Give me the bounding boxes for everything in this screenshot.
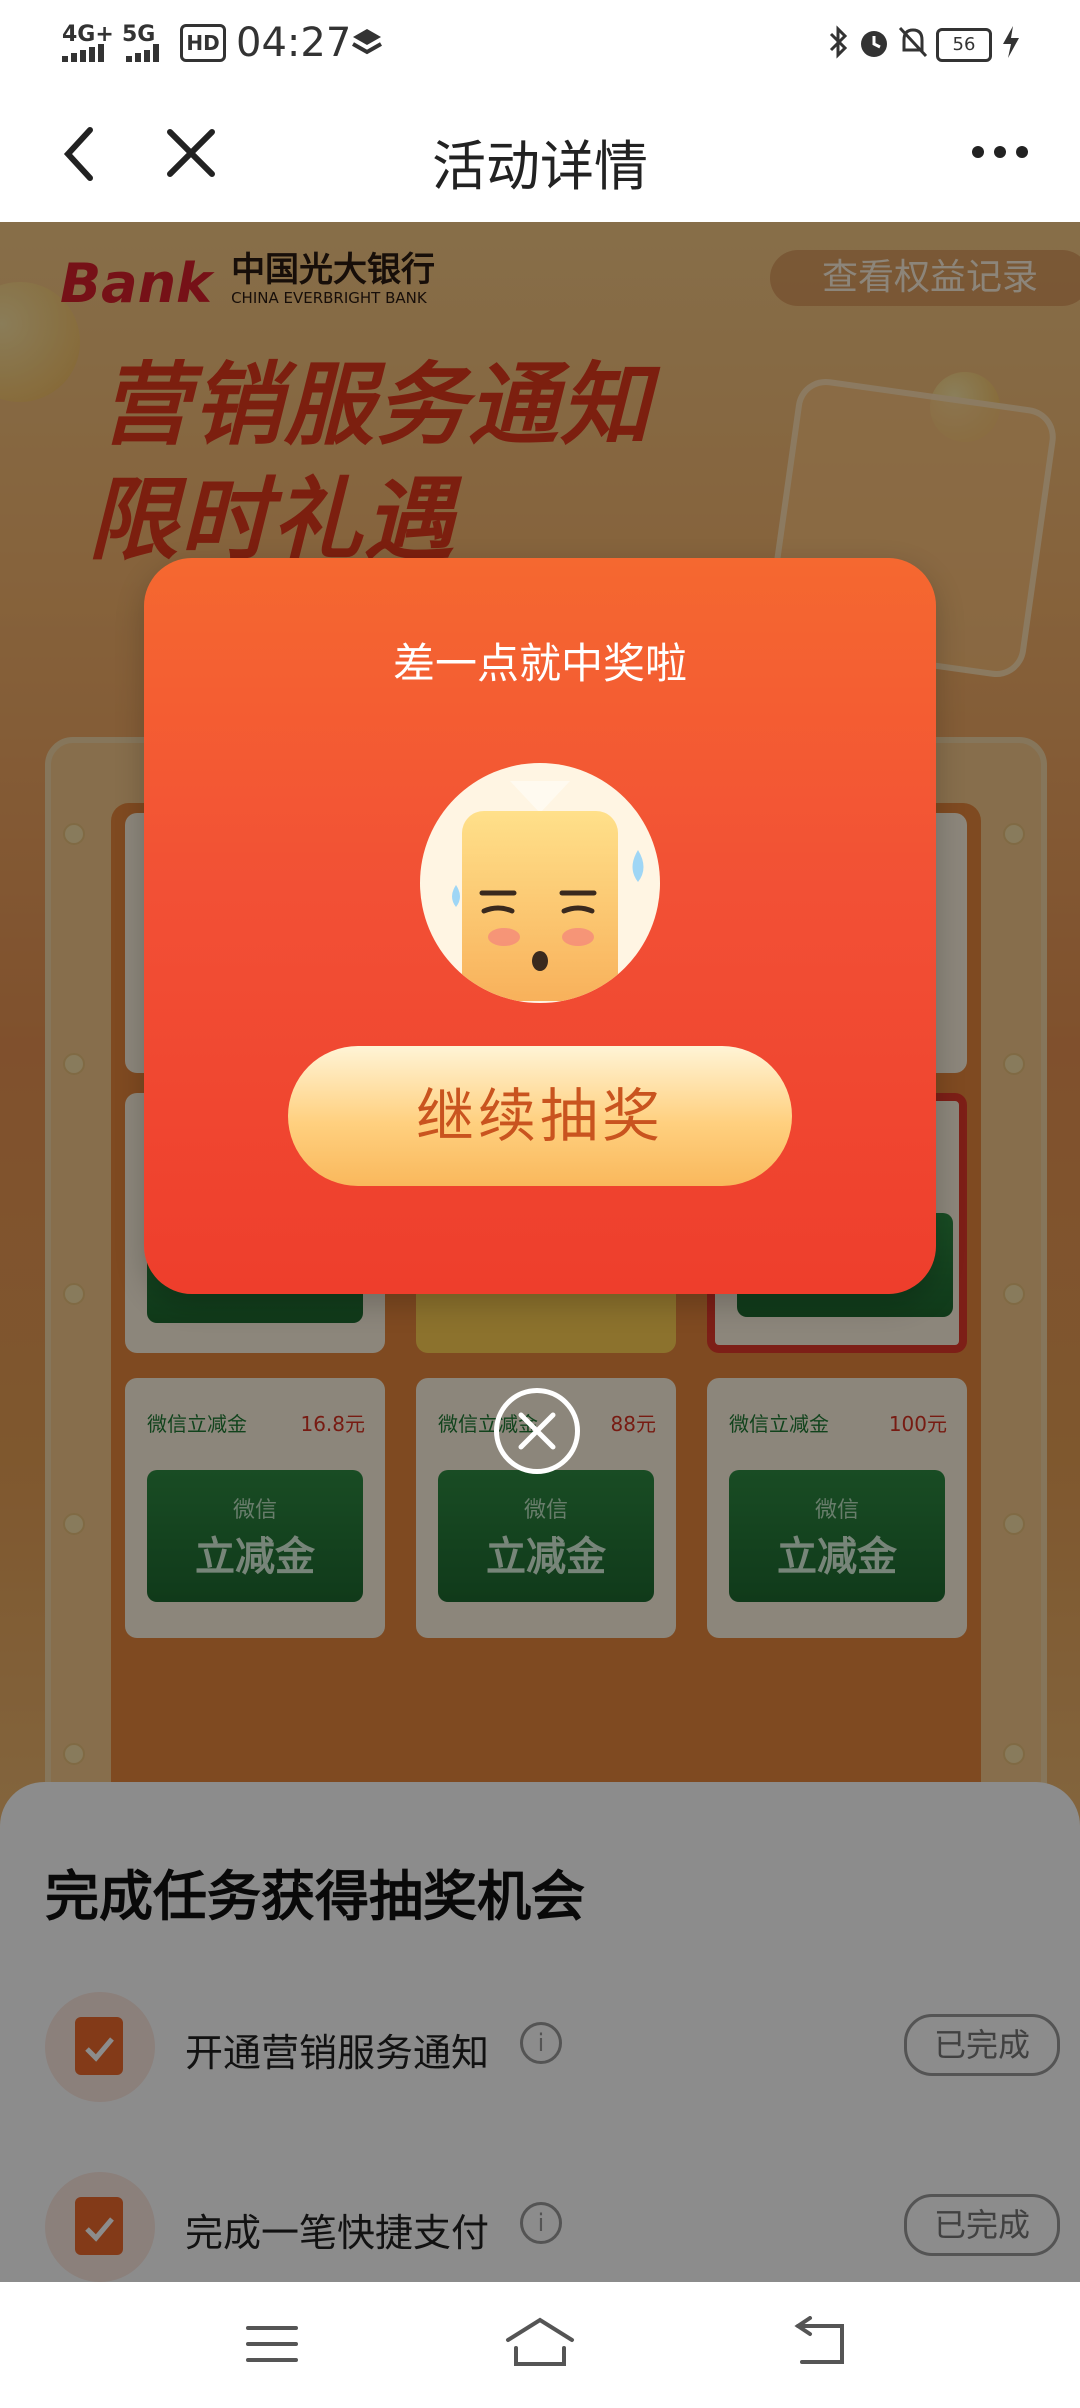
nav-bar: 活动详情 [0, 84, 1080, 222]
signal-icon-2 [126, 44, 159, 62]
alarm-icon [861, 31, 887, 57]
menu-icon[interactable] [244, 2322, 300, 2366]
page-title: 活动详情 [432, 135, 648, 198]
close-modal-button[interactable] [494, 1388, 580, 1474]
charging-icon [1003, 26, 1019, 58]
sad-mascot-icon [420, 763, 660, 1003]
sweat-drop-icon [632, 850, 644, 882]
modal-title: 差一点就中奖啦 [392, 639, 687, 688]
system-nav-bar [0, 2282, 1080, 2408]
signal-icon [62, 44, 104, 62]
battery-level: 56 [952, 34, 976, 55]
mascot-face [462, 811, 618, 1001]
back-nav-icon[interactable] [794, 2316, 850, 2368]
battery-icon: 56 [936, 28, 992, 62]
home-icon[interactable] [504, 2316, 576, 2368]
continue-lottery-button[interactable]: 继续抽奖 [288, 1046, 792, 1186]
clock: 04:27 [236, 20, 352, 66]
lottery-result-modal: 差一点就中奖啦 继续抽奖 [144, 558, 936, 1294]
bluetooth-icon [829, 25, 848, 59]
status-bar: 4G+ 5G HD 04:27 56 [0, 0, 1080, 84]
hd-indicator: HD [180, 24, 226, 62]
layers-icon [352, 29, 382, 55]
more-icon[interactable] [970, 144, 1030, 160]
close-icon [518, 1412, 556, 1450]
notifications-off-icon [898, 26, 928, 58]
sweat-drop-icon [452, 885, 460, 907]
